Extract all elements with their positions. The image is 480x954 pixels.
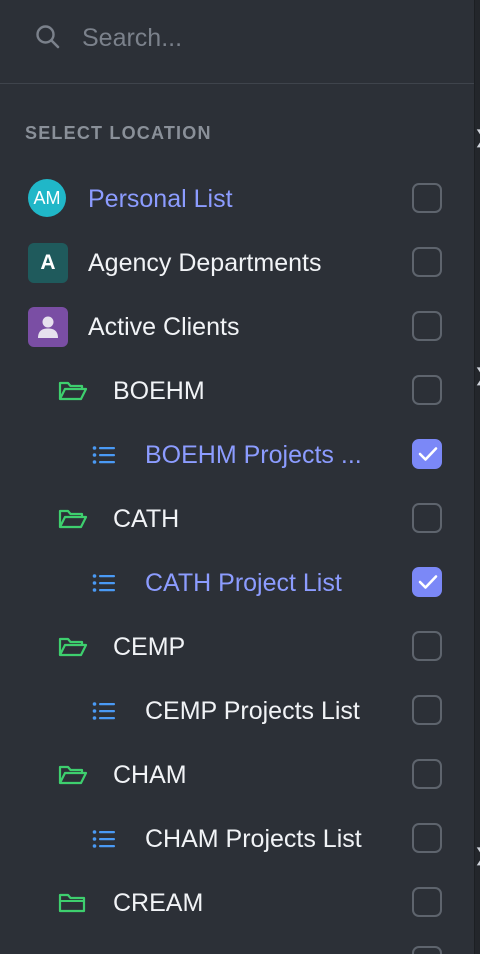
location-item-label: CATH	[113, 505, 180, 533]
background-chevron-icon: ❯	[474, 846, 480, 864]
location-item-list-cath-project-list[interactable]: CATH Project List	[0, 551, 474, 615]
location-item-label: CEMP	[113, 633, 186, 661]
location-item-label: CREAM	[113, 889, 204, 917]
list-icon	[92, 702, 115, 720]
location-item-active-clients[interactable]: Active Clients	[0, 295, 474, 359]
location-checkbox-checked[interactable]	[412, 567, 442, 597]
checkmark-icon	[418, 575, 438, 589]
location-checkbox-checked[interactable]	[412, 439, 442, 469]
background-chevron-icon: ❯	[474, 128, 480, 146]
location-item-label: BOEHM	[113, 377, 205, 405]
location-checkbox[interactable]	[412, 759, 442, 789]
location-item-label: CATH Project List	[145, 569, 342, 597]
list-icon	[92, 830, 115, 848]
location-item-label: CEMP Projects List	[145, 697, 360, 725]
location-checkbox[interactable]	[412, 946, 442, 954]
location-checkbox[interactable]	[412, 311, 442, 341]
location-item-folder-cham[interactable]: CHAM	[0, 743, 474, 807]
list-icon	[92, 574, 115, 592]
location-item-list-boehm-projects[interactable]: BOEHM Projects ...	[0, 423, 474, 487]
location-picker-dropdown: SELECT LOCATION AM Personal List A Agenc…	[0, 0, 474, 954]
search-input[interactable]	[80, 18, 444, 58]
location-item-label: Personal List	[88, 185, 233, 213]
list-icon	[92, 446, 115, 464]
location-checkbox[interactable]	[412, 823, 442, 853]
user-icon	[38, 316, 58, 338]
avatar: AM	[28, 179, 66, 217]
location-item-label: Agency Departments	[88, 249, 322, 277]
location-item-agency-departments[interactable]: A Agency Departments	[0, 231, 474, 295]
location-item-label: BOEHM Projects ...	[145, 441, 362, 469]
location-checkbox[interactable]	[412, 631, 442, 661]
location-item-folder-boehm[interactable]: BOEHM	[0, 359, 474, 423]
location-checkbox[interactable]	[412, 247, 442, 277]
location-item-label: CHAM	[113, 761, 187, 789]
location-item-label: CHAM Projects List	[145, 825, 362, 853]
location-item-folder-cath[interactable]: CATH	[0, 487, 474, 551]
location-item-label: Active Clients	[88, 313, 240, 341]
location-checkbox[interactable]	[412, 183, 442, 213]
location-item-folder-cream[interactable]: CREAM	[0, 871, 474, 935]
location-item-list-cham-projects-list[interactable]: CHAM Projects List	[0, 807, 474, 871]
space-avatar: A	[28, 243, 68, 283]
checkmark-icon	[418, 447, 438, 461]
folder-open-icon	[58, 765, 88, 785]
location-checkbox[interactable]	[412, 375, 442, 405]
space-avatar	[28, 307, 68, 347]
background-chevron-icon: ❯	[474, 366, 480, 384]
location-checkbox[interactable]	[412, 887, 442, 917]
location-checkbox[interactable]	[412, 503, 442, 533]
location-checkbox[interactable]	[412, 695, 442, 725]
search-bar	[0, 0, 474, 84]
section-label: SELECT LOCATION	[25, 123, 212, 143]
location-item-list-cemp-projects-list[interactable]: CEMP Projects List	[0, 679, 474, 743]
folder-open-icon	[58, 381, 88, 401]
folder-open-icon	[58, 509, 88, 529]
folder-open-icon	[58, 637, 88, 657]
location-item-personal-list[interactable]: AM Personal List	[0, 167, 474, 231]
folder-closed-icon	[58, 893, 86, 913]
search-icon	[36, 25, 60, 49]
location-item-folder-cemp[interactable]: CEMP	[0, 615, 474, 679]
